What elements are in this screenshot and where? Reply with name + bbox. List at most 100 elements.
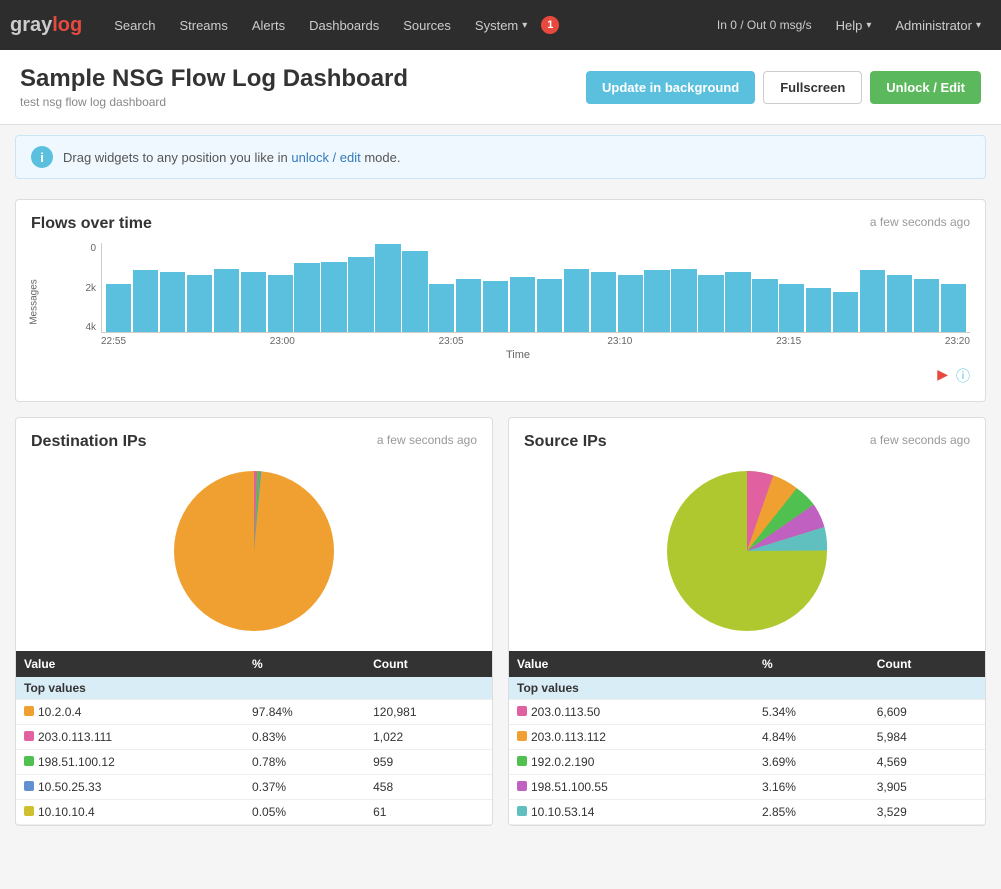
bar: [375, 244, 400, 332]
bar: [698, 275, 723, 332]
bar: [914, 279, 939, 332]
info-icon: i: [31, 146, 53, 168]
source-panel-header: Source IPs a few seconds ago: [524, 433, 970, 451]
dest-panel-header: Destination IPs a few seconds ago: [31, 433, 477, 451]
source-ips-time: a few seconds ago: [870, 433, 970, 447]
nav-search[interactable]: Search: [102, 0, 167, 50]
bar: [833, 292, 858, 332]
brand[interactable]: graylog: [10, 14, 82, 37]
navbar: graylog Search Streams Alerts Dashboards…: [0, 0, 1001, 50]
nav-system[interactable]: System ▾: [463, 0, 539, 50]
fullscreen-button[interactable]: Fullscreen: [763, 71, 862, 104]
flows-panel-header: Flows over time a few seconds ago: [31, 215, 970, 233]
page-title: Sample NSG Flow Log Dashboard: [20, 65, 408, 93]
play-icon[interactable]: ▶: [937, 366, 948, 386]
info-circle-icon[interactable]: ⓘ: [956, 366, 970, 386]
bar: [241, 272, 266, 332]
bottom-panels: Destination IPs a few seconds ago: [15, 417, 986, 826]
nav-dashboards[interactable]: Dashboards: [297, 0, 391, 50]
source-scroll[interactable]: Value % Count Top values 203.0.113.505.3…: [509, 651, 985, 825]
source-pie-chart: [657, 461, 837, 641]
header-buttons: Update in background Fullscreen Unlock /…: [586, 71, 981, 104]
table-row: 203.0.113.505.34%6,609: [509, 700, 985, 725]
update-background-button[interactable]: Update in background: [586, 71, 755, 104]
chevron-down-icon: ▾: [522, 20, 527, 31]
table-row: 10.10.10.40.05%61: [16, 800, 492, 825]
chart-toolbar: ▶ ⓘ: [31, 366, 970, 386]
dest-pie-container: [31, 461, 477, 641]
info-bar: i Drag widgets to any position you like …: [15, 135, 986, 179]
unlock-edit-link[interactable]: unlock / edit: [291, 150, 360, 165]
bar: [644, 270, 669, 332]
page-title-area: Sample NSG Flow Log Dashboard test nsg f…: [20, 65, 408, 109]
help-chevron-icon: ▾: [866, 20, 871, 31]
bar: [483, 281, 508, 332]
table-row: 203.0.113.1110.83%1,022: [16, 725, 492, 750]
nav-right: In 0 / Out 0 msg/s Help ▾ Administrator …: [707, 0, 991, 50]
dest-col-value: Value: [16, 651, 244, 677]
bar-chart: [101, 243, 970, 333]
bar: [456, 279, 481, 332]
source-ips-title: Source IPs: [524, 433, 607, 451]
table-row: 10.50.25.330.37%458: [16, 775, 492, 800]
bar: [160, 272, 185, 332]
flows-chart-time: a few seconds ago: [870, 215, 970, 229]
dest-panel-content: Destination IPs a few seconds ago: [16, 418, 492, 641]
source-col-value: Value: [509, 651, 754, 677]
bar: [402, 251, 427, 332]
bar: [860, 270, 885, 332]
bar: [510, 277, 535, 332]
source-panel-content: Source IPs a few seconds ago: [509, 418, 985, 641]
chart-wrapper: Messages 4k 2k 0 22:55 23:00 23:05 23:10…: [31, 243, 970, 361]
source-col-count: Count: [869, 651, 985, 677]
nav-badge: 1: [541, 16, 559, 34]
table-row: 10.2.0.497.84%120,981: [16, 700, 492, 725]
bar: [537, 279, 562, 332]
x-axis-title: Time: [66, 349, 970, 361]
source-ips-panel: Source IPs a few seconds ago: [508, 417, 986, 826]
source-table: Value % Count Top values 203.0.113.505.3…: [509, 651, 985, 825]
dest-scroll[interactable]: Value % Count Top values 10.2.0.497.84%1…: [16, 651, 492, 825]
table-row: 198.51.100.120.78%959: [16, 750, 492, 775]
bar: [348, 257, 373, 332]
unlock-edit-button[interactable]: Unlock / Edit: [870, 71, 981, 104]
table-row: 10.10.53.142.85%3,529: [509, 800, 985, 825]
table-row: 198.51.100.553.16%3,905: [509, 775, 985, 800]
nav-help[interactable]: Help ▾: [826, 0, 882, 50]
bar: [564, 269, 589, 332]
bar: [268, 275, 293, 332]
x-axis-labels: 22:55 23:00 23:05 23:10 23:15 23:20: [66, 333, 970, 347]
nav-alerts[interactable]: Alerts: [240, 0, 297, 50]
info-bar-text: Drag widgets to any position you like in…: [63, 150, 400, 165]
nav-admin[interactable]: Administrator ▾: [885, 0, 991, 50]
bar: [321, 262, 346, 332]
source-col-pct: %: [754, 651, 869, 677]
bar: [133, 270, 158, 332]
bar: [591, 272, 616, 332]
flows-chart-panel: Flows over time a few seconds ago Messag…: [15, 199, 986, 402]
bar: [294, 263, 319, 332]
dest-group-row: Top values: [16, 677, 492, 700]
page-subtitle: test nsg flow log dashboard: [20, 95, 408, 109]
table-row: 192.0.2.1903.69%4,569: [509, 750, 985, 775]
nav-stats: In 0 / Out 0 msg/s: [707, 18, 822, 32]
dest-group-label: Top values: [16, 677, 492, 700]
bar: [187, 275, 212, 332]
bar: [887, 275, 912, 332]
bar: [725, 272, 750, 332]
main-content: Flows over time a few seconds ago Messag…: [0, 189, 1001, 836]
dest-pie-chart: [164, 461, 344, 641]
bar: [941, 284, 966, 332]
bar: [671, 269, 696, 332]
dest-col-count: Count: [365, 651, 492, 677]
bar: [429, 284, 454, 332]
dest-ips-time: a few seconds ago: [377, 433, 477, 447]
dest-table: Value % Count Top values 10.2.0.497.84%1…: [16, 651, 492, 825]
source-group-label: Top values: [509, 677, 985, 700]
y-axis-labels: 4k 2k 0: [66, 243, 101, 333]
nav-sources[interactable]: Sources: [391, 0, 463, 50]
dest-ips-title: Destination IPs: [31, 433, 147, 451]
admin-chevron-icon: ▾: [976, 20, 981, 31]
logo: graylog: [10, 14, 82, 37]
nav-streams[interactable]: Streams: [167, 0, 239, 50]
